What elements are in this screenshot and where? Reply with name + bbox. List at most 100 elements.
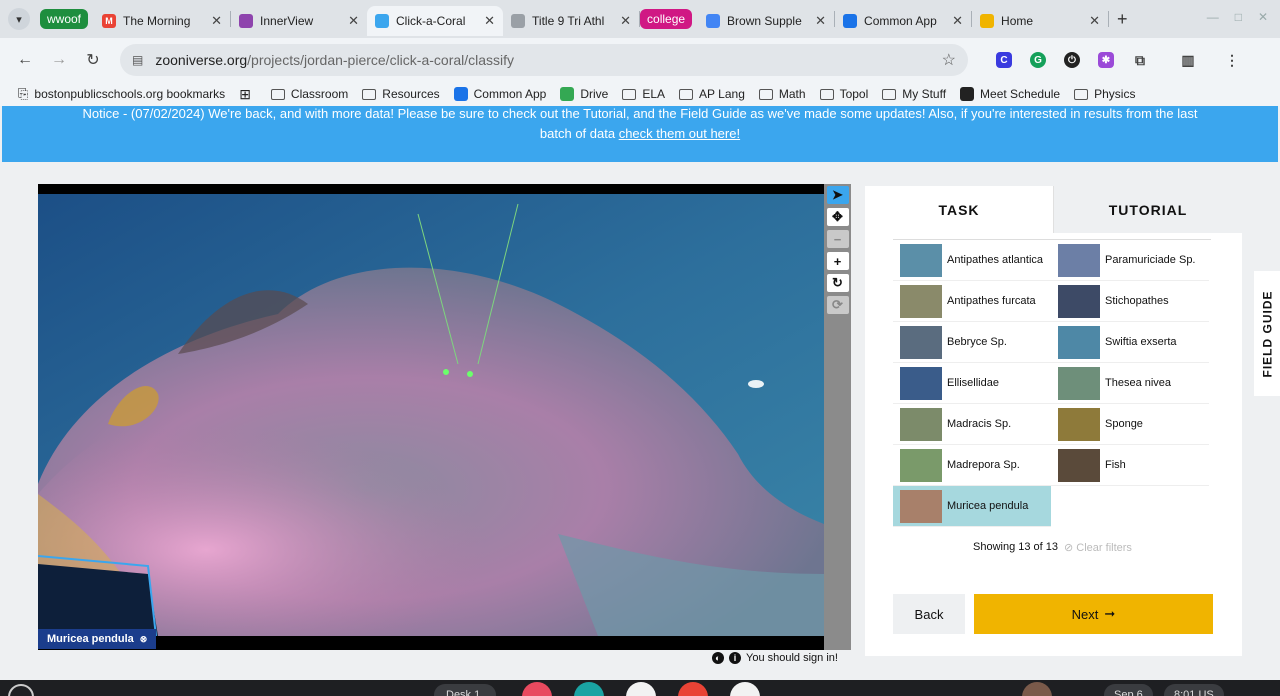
tab-close-icon[interactable]: ✕ [952,13,963,29]
species-thumbnail [1058,243,1100,277]
bookmark-label: Classroom [290,87,349,101]
tab-close-icon[interactable]: ✕ [348,13,359,29]
maximize-icon[interactable]: □ [1235,10,1242,24]
subject-image-viewer[interactable]: Muricea pendula ⊗ [38,184,824,650]
side-panel-icon[interactable]: ▥ [1180,52,1196,68]
bookmark-item[interactable]: My Stuff [882,87,946,101]
clock-chip[interactable]: 8:01 US [1164,684,1224,696]
species-option[interactable]: Muricea pendula [893,486,1051,527]
move-tool-icon[interactable]: ✥ [826,208,849,226]
browser-tab[interactable]: Home ✕ [972,6,1108,36]
browser-tab[interactable]: Common App ✕ [835,6,971,36]
browser-tab[interactable]: Brown Supple ✕ [698,6,834,36]
browser-tab[interactable]: Title 9 Tri Athl ✕ [503,6,639,36]
app-icon-2[interactable] [574,682,604,696]
bookmark-item[interactable]: Math [758,87,806,101]
minimize-icon[interactable]: — [1207,10,1219,24]
bookmark-item[interactable]: Physics [1074,87,1135,101]
next-button[interactable]: Next ➞ [974,594,1213,634]
browser-tab[interactable]: Click-a-Coral ✕ [367,6,504,36]
date-chip[interactable]: Sep 6 [1104,684,1153,696]
species-option[interactable]: Fish [1051,445,1209,486]
page-content: Notice - (07/02/2024) We're back, and wi… [0,106,1280,680]
zoom-out-icon[interactable]: − [826,230,849,248]
new-tab-icon[interactable]: + [1117,9,1128,30]
tab-favicon-icon [706,14,721,28]
notice-link[interactable]: check them out here! [619,126,740,141]
bookmark-item[interactable]: Resources [362,87,440,101]
annotation-label-chip[interactable]: Muricea pendula ⊗ [38,629,157,649]
tab-close-icon[interactable]: ✕ [1089,13,1100,29]
species-thumbnail [900,366,942,400]
tab-close-icon[interactable]: ✕ [620,13,631,29]
bookmark-item[interactable]: Drive [560,87,608,101]
bookmark-item[interactable]: Meet Schedule [960,87,1060,101]
extension-grammarly-icon[interactable]: G [1030,52,1046,68]
species-option[interactable]: Paramuriciade Sp. [1051,240,1209,281]
bookmark-item[interactable]: ELA [622,87,665,101]
contrast-icon[interactable]: ◐ [712,652,724,664]
info-icon[interactable]: i [729,652,741,664]
back-button[interactable]: Back [893,594,965,634]
species-option[interactable]: Antipathes furcata [893,281,1051,322]
tab-group-chip[interactable]: college [640,9,693,29]
tab-close-icon[interactable]: ✕ [815,13,826,29]
species-option[interactable]: Thesea nivea [1051,363,1209,404]
bookmark-item[interactable]: Common App [453,87,547,101]
tab-title: Title 9 Tri Athl [532,14,605,28]
species-thumbnail [1058,448,1100,482]
tab-group-chip[interactable]: wwoof [40,9,89,29]
tab-close-icon[interactable]: ✕ [211,13,222,29]
species-option[interactable]: Ellisellidae [893,363,1051,404]
desk-chip[interactable]: Desk 1 [434,684,496,696]
species-option[interactable]: Bebryce Sp. [893,322,1051,363]
zoom-in-icon[interactable]: + [826,252,849,270]
remove-annotation-icon[interactable]: ⊗ [140,634,148,645]
species-option[interactable]: Madracis Sp. [893,404,1051,445]
bookmark-item[interactable]: ⊞ [239,86,257,103]
chrome-icon[interactable] [678,682,708,696]
species-option[interactable]: Antipathes atlantica [893,240,1051,281]
arrow-right-icon: ➞ [1104,606,1116,621]
site-info-icon[interactable]: ▤ [132,53,143,67]
browser-tab[interactable]: M The Morning ✕ [94,6,230,36]
bookmark-item[interactable]: AP Lang [679,87,745,101]
power-icon[interactable]: ⏻ [1064,52,1080,68]
close-window-icon[interactable]: ✕ [1258,10,1268,24]
back-icon[interactable]: ← [12,51,38,69]
reload-icon[interactable]: ↻ [80,50,106,70]
bookmark-item[interactable]: Topol [819,87,868,101]
reset-icon[interactable]: ⟳ [826,296,849,314]
tab-close-icon[interactable]: ✕ [484,13,495,29]
bookmark-item[interactable]: ⎘ bostonpublicschools.org bookmarks [18,86,225,102]
url-host: zooniverse.org [155,52,248,68]
launcher-icon[interactable] [8,684,34,696]
extension-puzzle-purple-icon[interactable]: ✱ [1098,52,1114,68]
field-guide-tab[interactable]: FIELD GUIDE [1254,271,1280,396]
bookmarks-bar: ⎘ bostonpublicschools.org bookmarks ⊞ Class… [0,82,1280,106]
drive-icon[interactable] [626,682,656,696]
avatar[interactable] [1022,682,1052,696]
coral-reef-image[interactable] [38,194,824,636]
species-option[interactable]: Sponge [1051,404,1209,445]
address-bar[interactable]: ▤ zooniverse.org /projects/jordan-pierce… [120,44,968,76]
species-option[interactable]: Swiftia exserta [1051,322,1209,363]
pointer-tool-icon[interactable]: ➤ [826,186,849,204]
species-option[interactable]: Stichopathes [1051,281,1209,322]
tab-task[interactable]: TASK [865,186,1053,233]
extension-c-icon[interactable]: C [996,52,1012,68]
tab-search-icon[interactable]: ▾ [8,8,30,30]
extensions-icon[interactable]: ⧉ [1132,52,1148,68]
gmail-icon[interactable] [730,682,760,696]
clear-filters-button[interactable]: ⊘ Clear filters [1064,541,1132,554]
app-icon-1[interactable] [522,682,552,696]
bookmark-item[interactable]: Classroom [270,87,349,101]
bookmark-label: Common App [473,87,547,101]
kebab-menu-icon[interactable]: ⋮ [1224,52,1240,68]
rotate-icon[interactable]: ↻ [826,274,849,292]
tab-tutorial[interactable]: TUTORIAL [1053,186,1242,233]
forward-icon[interactable]: → [46,51,72,69]
bookmark-star-icon[interactable]: ☆ [942,50,956,70]
species-option[interactable]: Madrepora Sp. [893,445,1051,486]
browser-tab[interactable]: InnerView ✕ [231,6,367,36]
